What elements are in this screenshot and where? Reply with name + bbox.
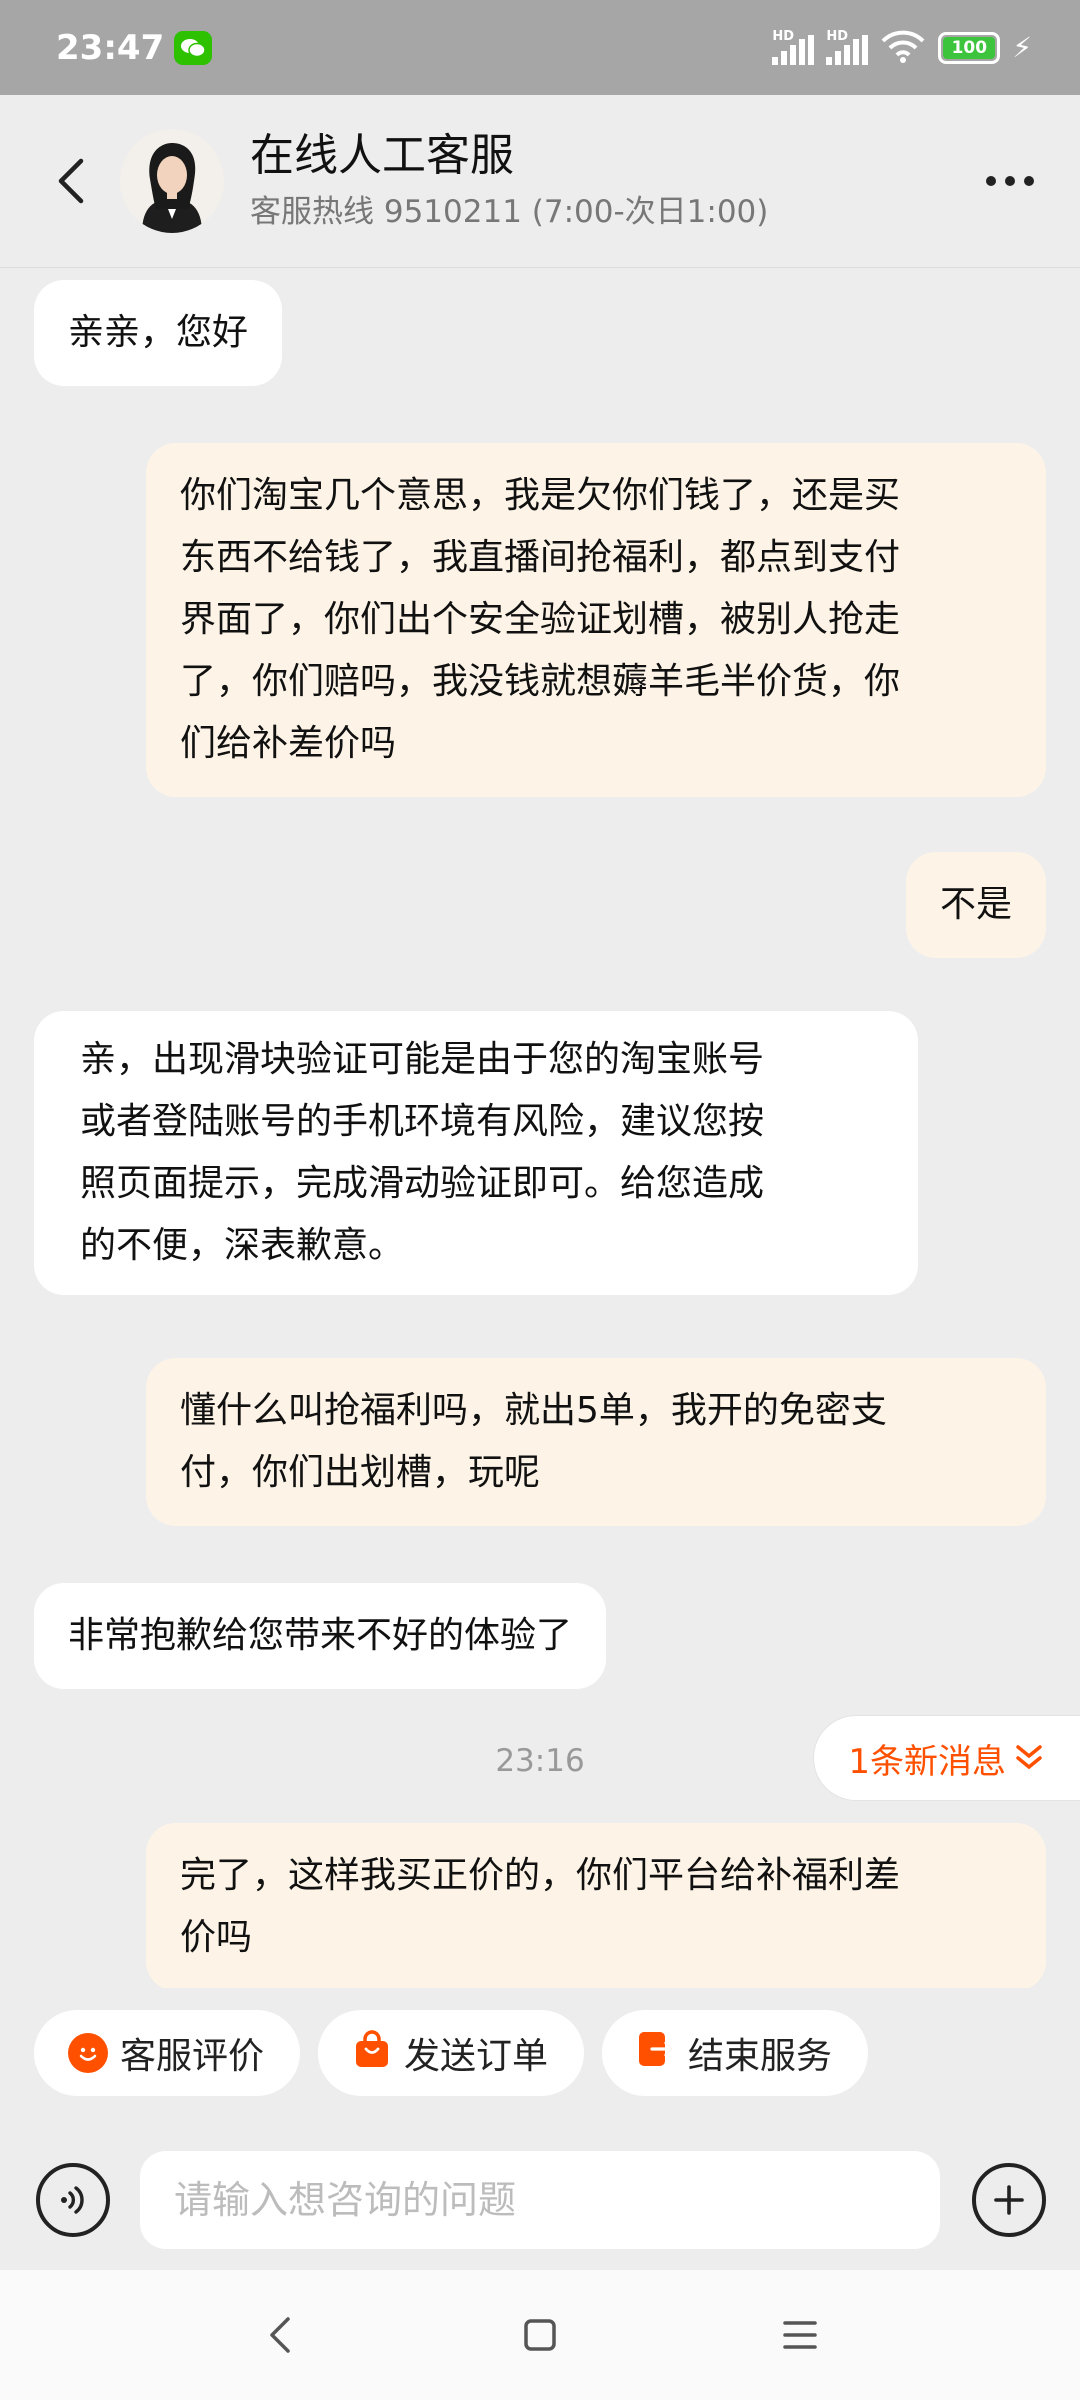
- status-bar: 23:47 HD HD 100 ⚡: [0, 0, 1080, 95]
- new-message-label: 1条新消息: [848, 1741, 1006, 1782]
- wifi-icon: [880, 29, 926, 67]
- message-outgoing[interactable]: 你们淘宝几个意思，我是欠你们钱了，还是买 东西不给钱了，我直播间抢福利，都点到支…: [146, 443, 1046, 797]
- message-text: 亲亲，您好: [68, 312, 249, 353]
- add-button[interactable]: [972, 2163, 1046, 2237]
- wechat-icon: [174, 30, 213, 65]
- message-line: 的不便，深表歉意。: [80, 1225, 405, 1266]
- agent-name: 在线人工客服: [250, 130, 514, 181]
- bolt-icon: ⚡: [1012, 31, 1032, 64]
- plus-icon: [994, 2185, 1024, 2215]
- chip-label: 发送订单: [404, 2036, 549, 2077]
- shopping-bag-icon: [352, 2029, 392, 2078]
- message-line: 付，你们出划槽，玩呢: [180, 1452, 541, 1493]
- message-outgoing[interactable]: 不是: [905, 852, 1046, 958]
- new-message-button[interactable]: 1条新消息: [813, 1715, 1080, 1801]
- message-incoming[interactable]: 亲，出现滑块验证可能是由于您的淘宝账号 或者登陆账号的手机环境有风险，建议您按 …: [34, 1011, 918, 1295]
- message-text: 不是: [939, 884, 1012, 925]
- chip-label: 结束服务: [688, 2036, 833, 2077]
- back-button[interactable]: [40, 151, 100, 211]
- nav-back-button[interactable]: [240, 2295, 320, 2375]
- nav-menu-button[interactable]: [760, 2295, 840, 2375]
- message-line: 照页面提示，完成滑动验证即可。给您造成: [80, 1163, 765, 1204]
- quick-actions: 客服评价 发送订单 结束服务: [0, 2010, 1080, 2100]
- chip-label: 客服评价: [120, 2036, 265, 2077]
- message-line: 懂什么叫抢福利吗，就出5单，我开的免密支: [180, 1390, 887, 1431]
- send-order-button[interactable]: 发送订单: [318, 2010, 585, 2096]
- message-line: 了，你们赔吗，我没钱就想薅羊毛半价货，你: [180, 661, 901, 702]
- message-line: 价吗: [180, 1917, 253, 1958]
- more-button[interactable]: [980, 151, 1040, 211]
- signal-icon: HD: [772, 29, 815, 65]
- nav-menu-icon: [783, 2321, 817, 2349]
- message-line: 亲，出现滑块验证可能是由于您的淘宝账号: [80, 1039, 765, 1080]
- status-time: 23:47: [56, 27, 165, 68]
- message-incoming[interactable]: 亲亲，您好: [34, 280, 283, 386]
- more-icon: [986, 176, 1034, 186]
- signal-icon-2: HD: [826, 29, 869, 65]
- double-chevron-down-icon: [1016, 1745, 1042, 1770]
- agent-avatar[interactable]: [120, 129, 224, 233]
- message-line: 完了，这样我买正价的，你们平台给补福利差: [180, 1855, 901, 1896]
- message-input[interactable]: [140, 2151, 940, 2249]
- voice-button[interactable]: [36, 2163, 110, 2237]
- nav-back-icon: [270, 2317, 290, 2353]
- voice-icon: [61, 2186, 84, 2214]
- exit-icon: [636, 2029, 676, 2078]
- message-line: 或者登陆账号的手机环境有风险，建议您按: [80, 1101, 765, 1142]
- message-outgoing[interactable]: 懂什么叫抢福利吗，就出5单，我开的免密支 付，你们出划槽，玩呢: [146, 1358, 1046, 1526]
- end-service-button[interactable]: 结束服务: [602, 2010, 869, 2096]
- nav-home-button[interactable]: [500, 2295, 580, 2375]
- chat-header: 在线人工客服 客服热线 9510211 (7:00-次日1:00): [0, 95, 1080, 268]
- chevron-left-icon: [58, 158, 84, 204]
- message-line: 们给补差价吗: [180, 723, 397, 764]
- input-bar: [0, 2150, 1080, 2250]
- service-hotline: 客服热线 9510211 (7:00-次日1:00): [250, 194, 769, 230]
- nav-home-icon: [524, 2319, 556, 2351]
- message-incoming[interactable]: 非常抱歉给您带来不好的体验了: [34, 1583, 607, 1689]
- message-line: 东西不给钱了，我直播间抢福利，都点到支付: [180, 537, 901, 578]
- message-list[interactable]: 亲亲，您好 你们淘宝几个意思，我是欠你们钱了，还是买 东西不给钱了，我直播间抢福…: [0, 268, 1080, 1988]
- message-outgoing[interactable]: 完了，这样我买正价的，你们平台给补福利差 价吗: [146, 1823, 1046, 1988]
- smiley-icon: [68, 2033, 108, 2073]
- message-text: 非常抱歉给您带来不好的体验了: [68, 1615, 573, 1656]
- battery-level: 100: [943, 36, 996, 59]
- battery-icon: 100: [938, 31, 1001, 64]
- rate-service-button[interactable]: 客服评价: [34, 2010, 301, 2096]
- system-nav-bar: [0, 2270, 1080, 2400]
- message-line: 界面了，你们出个安全验证划槽，被别人抢走: [180, 599, 901, 640]
- message-line: 你们淘宝几个意思，我是欠你们钱了，还是买: [180, 475, 901, 516]
